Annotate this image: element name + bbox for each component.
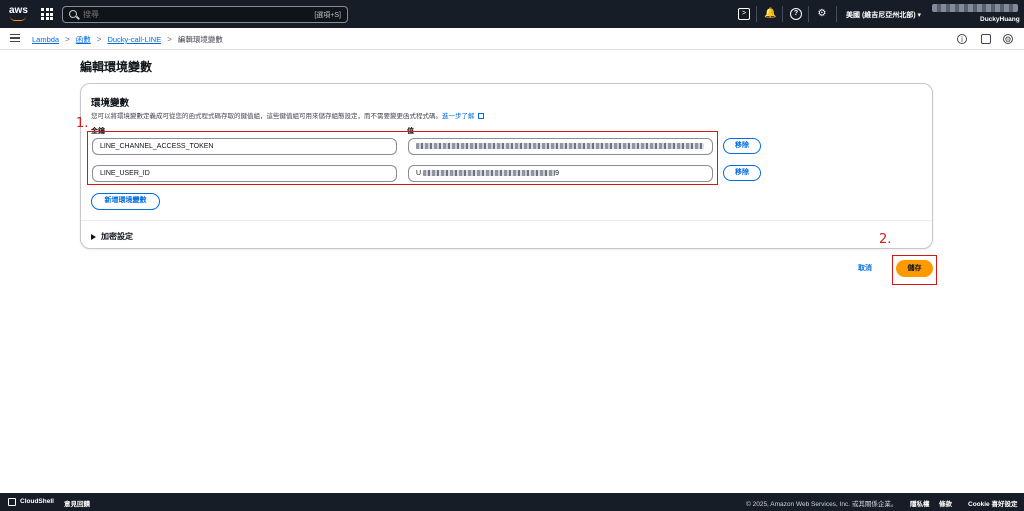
bell-icon[interactable]: 🔔 [764, 8, 776, 20]
gear-icon[interactable]: ⚙ [816, 8, 828, 20]
help-icon[interactable]: ? [790, 8, 802, 20]
aws-logo[interactable]: aws [9, 5, 29, 23]
caret-right-icon [91, 233, 96, 240]
remove-button-2[interactable]: 移除 [723, 165, 761, 181]
cancel-button[interactable]: 取消 [858, 263, 872, 273]
chevron-right-icon: > [65, 35, 70, 44]
services-grid-icon[interactable] [41, 8, 53, 20]
encryption-settings-label: 加密設定 [101, 232, 133, 241]
chevron-right-icon: > [96, 35, 102, 44]
top-navigation: aws [選項+S] > 🔔 ? ⚙ 美國 (維吉尼亞州北部) ▾ DuckyH… [0, 0, 1024, 28]
chevron-right-icon: > [167, 35, 172, 44]
breadcrumb-current: 編輯環境變數 [177, 35, 223, 44]
annotation-marker-1: 1. [76, 116, 89, 131]
breadcrumb-functions[interactable]: 函數 [76, 34, 91, 45]
account-id-redacted [932, 4, 1018, 12]
user-menu[interactable]: DuckyHuang [980, 16, 1020, 23]
learn-more-link[interactable]: 進一步了解 [442, 113, 475, 120]
search-input[interactable] [83, 8, 303, 21]
breadcrumb-bar: Lambda > 函數 > Ducky-call-LINE > 編輯環境變數 i… [0, 28, 1024, 50]
search-box[interactable]: [選項+S] [62, 6, 348, 23]
feedback-link[interactable]: 意見回饋 [64, 498, 90, 508]
cloudshell-link[interactable]: CloudShell [20, 498, 54, 505]
annotation-marker-2: 2. [879, 232, 892, 247]
page-title: 編輯環境變數 [80, 60, 153, 74]
encryption-settings-toggle[interactable]: 加密設定 [91, 231, 133, 242]
footer: CloudShell 意見回饋 © 2025, Amazon Web Servi… [0, 493, 1024, 511]
cloudshell-icon[interactable]: > [738, 8, 750, 20]
region-selector[interactable]: 美國 (維吉尼亞州北部) ▾ [846, 10, 921, 20]
menu-icon[interactable] [10, 34, 20, 42]
cloudshell-icon[interactable] [8, 498, 16, 506]
description-text: 您可以將環境變數定義成可從您的函式程式碼存取的鍵值組，這些鍵值組可用來儲存組態設… [91, 113, 442, 120]
breadcrumb-lambda[interactable]: Lambda [32, 35, 59, 44]
cookie-preferences-link[interactable]: Cookie 喜好設定 [968, 498, 1017, 508]
aws-logo-text: aws [9, 5, 28, 16]
panel-title: 環境變數 [91, 98, 130, 109]
search-icon [69, 10, 77, 18]
divider [81, 220, 932, 221]
copyright-text: © 2025, Amazon Web Services, Inc. 或其關係企業… [746, 501, 898, 508]
settings-icon[interactable]: ⚙ [1003, 34, 1013, 44]
save-button[interactable]: 儲存 [896, 260, 933, 277]
remove-button-1[interactable]: 移除 [723, 138, 761, 154]
external-link-icon [477, 113, 484, 119]
info-icon[interactable]: i [957, 34, 967, 44]
notifications-panel-icon[interactable] [981, 34, 991, 44]
search-shortcut: [選項+S] [314, 12, 341, 19]
add-env-var-button[interactable]: 新增環境變數 [91, 193, 160, 210]
breadcrumb-function-name[interactable]: Ducky-call-LINE [107, 35, 161, 44]
privacy-link[interactable]: 隱私權 [910, 498, 930, 508]
panel-description: 您可以將環境變數定義成可從您的函式程式碼存取的鍵值組，這些鍵值組可用來儲存組態設… [91, 110, 484, 120]
terms-link[interactable]: 條款 [939, 498, 952, 508]
breadcrumb: Lambda > 函數 > Ducky-call-LINE > 編輯環境變數 [32, 34, 223, 45]
annotation-box-env-rows [87, 131, 718, 185]
